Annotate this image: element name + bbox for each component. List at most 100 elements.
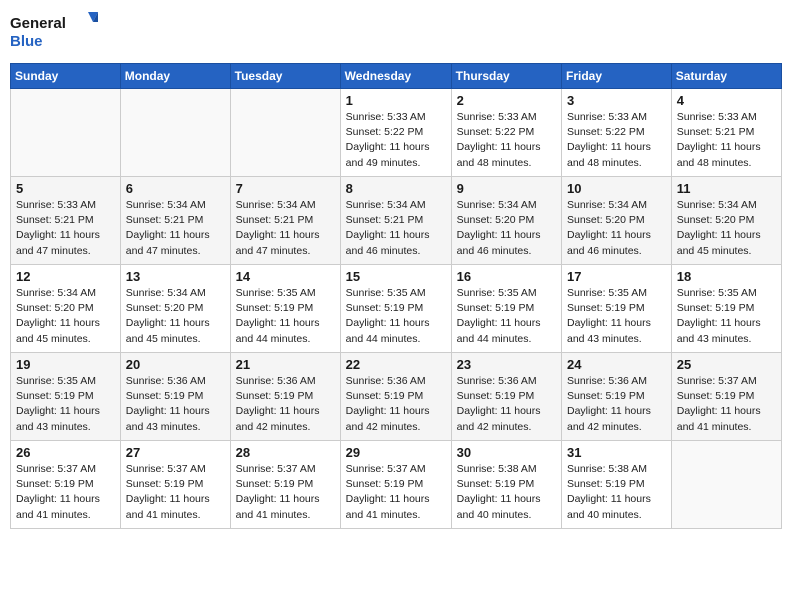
day-info: Sunrise: 5:34 AM Sunset: 5:20 PM Dayligh… [677, 198, 776, 259]
day-info: Sunrise: 5:33 AM Sunset: 5:21 PM Dayligh… [677, 110, 776, 171]
day-number: 2 [457, 93, 556, 108]
calendar-week-2: 5 Sunrise: 5:33 AM Sunset: 5:21 PM Daylig… [11, 177, 782, 265]
day-number: 26 [16, 445, 115, 460]
day-info: Sunrise: 5:38 AM Sunset: 5:19 PM Dayligh… [567, 462, 666, 523]
calendar-cell: 28 Sunrise: 5:37 AM Sunset: 5:19 PM Dayli… [230, 441, 340, 529]
day-number: 6 [126, 181, 225, 196]
day-info: Sunrise: 5:34 AM Sunset: 5:20 PM Dayligh… [567, 198, 666, 259]
day-info: Sunrise: 5:37 AM Sunset: 5:19 PM Dayligh… [16, 462, 115, 523]
day-info: Sunrise: 5:34 AM Sunset: 5:21 PM Dayligh… [236, 198, 335, 259]
day-info: Sunrise: 5:33 AM Sunset: 5:22 PM Dayligh… [346, 110, 446, 171]
day-number: 16 [457, 269, 556, 284]
day-number: 19 [16, 357, 115, 372]
day-info: Sunrise: 5:35 AM Sunset: 5:19 PM Dayligh… [457, 286, 556, 347]
calendar-cell: 18 Sunrise: 5:35 AM Sunset: 5:19 PM Dayli… [671, 265, 781, 353]
calendar-week-4: 19 Sunrise: 5:35 AM Sunset: 5:19 PM Dayli… [11, 353, 782, 441]
day-number: 4 [677, 93, 776, 108]
calendar-week-3: 12 Sunrise: 5:34 AM Sunset: 5:20 PM Dayli… [11, 265, 782, 353]
weekday-header-saturday: Saturday [671, 64, 781, 89]
calendar-cell: 27 Sunrise: 5:37 AM Sunset: 5:19 PM Dayli… [120, 441, 230, 529]
calendar-cell: 1 Sunrise: 5:33 AM Sunset: 5:22 PM Daylig… [340, 89, 451, 177]
day-number: 7 [236, 181, 335, 196]
day-number: 14 [236, 269, 335, 284]
day-number: 5 [16, 181, 115, 196]
calendar-cell [230, 89, 340, 177]
calendar-cell: 26 Sunrise: 5:37 AM Sunset: 5:19 PM Dayli… [11, 441, 121, 529]
day-number: 20 [126, 357, 225, 372]
day-info: Sunrise: 5:34 AM Sunset: 5:21 PM Dayligh… [126, 198, 225, 259]
calendar-cell: 16 Sunrise: 5:35 AM Sunset: 5:19 PM Dayli… [451, 265, 561, 353]
day-info: Sunrise: 5:36 AM Sunset: 5:19 PM Dayligh… [457, 374, 556, 435]
day-number: 23 [457, 357, 556, 372]
calendar-cell: 20Sunrise: 5:36 AM Sunset: 5:19 PM Dayli… [120, 353, 230, 441]
calendar-cell: 15Sunrise: 5:35 AM Sunset: 5:19 PM Dayli… [340, 265, 451, 353]
day-number: 17 [567, 269, 666, 284]
calendar-cell: 22Sunrise: 5:36 AM Sunset: 5:19 PM Dayli… [340, 353, 451, 441]
weekday-header-friday: Friday [562, 64, 672, 89]
logo-svg: General Blue [10, 10, 100, 55]
weekday-header-row: SundayMondayTuesdayWednesdayThursdayFrid… [11, 64, 782, 89]
calendar-cell: 30Sunrise: 5:38 AM Sunset: 5:19 PM Dayli… [451, 441, 561, 529]
day-number: 13 [126, 269, 225, 284]
day-info: Sunrise: 5:33 AM Sunset: 5:22 PM Dayligh… [457, 110, 556, 171]
calendar-cell: 12Sunrise: 5:34 AM Sunset: 5:20 PM Dayli… [11, 265, 121, 353]
day-number: 31 [567, 445, 666, 460]
day-info: Sunrise: 5:35 AM Sunset: 5:19 PM Dayligh… [236, 286, 335, 347]
day-number: 10 [567, 181, 666, 196]
calendar-cell: 6 Sunrise: 5:34 AM Sunset: 5:21 PM Daylig… [120, 177, 230, 265]
calendar-cell: 11 Sunrise: 5:34 AM Sunset: 5:20 PM Dayli… [671, 177, 781, 265]
day-number: 22 [346, 357, 446, 372]
calendar-cell: 3Sunrise: 5:33 AM Sunset: 5:22 PM Daylig… [562, 89, 672, 177]
day-info: Sunrise: 5:35 AM Sunset: 5:19 PM Dayligh… [16, 374, 115, 435]
calendar-cell: 5 Sunrise: 5:33 AM Sunset: 5:21 PM Daylig… [11, 177, 121, 265]
day-number: 11 [677, 181, 776, 196]
page-header: General Blue [10, 10, 782, 55]
day-number: 28 [236, 445, 335, 460]
day-number: 15 [346, 269, 446, 284]
calendar-cell: 7 Sunrise: 5:34 AM Sunset: 5:21 PM Daylig… [230, 177, 340, 265]
day-number: 29 [346, 445, 446, 460]
day-number: 12 [16, 269, 115, 284]
day-info: Sunrise: 5:38 AM Sunset: 5:19 PM Dayligh… [457, 462, 556, 523]
calendar-cell: 14 Sunrise: 5:35 AM Sunset: 5:19 PM Dayli… [230, 265, 340, 353]
day-number: 27 [126, 445, 225, 460]
calendar-cell: 21 Sunrise: 5:36 AM Sunset: 5:19 PM Dayli… [230, 353, 340, 441]
calendar-cell: 9 Sunrise: 5:34 AM Sunset: 5:20 PM Daylig… [451, 177, 561, 265]
day-info: Sunrise: 5:37 AM Sunset: 5:19 PM Dayligh… [126, 462, 225, 523]
calendar-cell: 24Sunrise: 5:36 AM Sunset: 5:19 PM Dayli… [562, 353, 672, 441]
day-info: Sunrise: 5:36 AM Sunset: 5:19 PM Dayligh… [236, 374, 335, 435]
day-number: 1 [346, 93, 446, 108]
day-number: 9 [457, 181, 556, 196]
day-info: Sunrise: 5:35 AM Sunset: 5:19 PM Dayligh… [567, 286, 666, 347]
day-number: 3 [567, 93, 666, 108]
day-info: Sunrise: 5:33 AM Sunset: 5:21 PM Dayligh… [16, 198, 115, 259]
weekday-header-thursday: Thursday [451, 64, 561, 89]
calendar-cell: 13 Sunrise: 5:34 AM Sunset: 5:20 PM Dayli… [120, 265, 230, 353]
day-info: Sunrise: 5:34 AM Sunset: 5:20 PM Dayligh… [457, 198, 556, 259]
day-info: Sunrise: 5:34 AM Sunset: 5:20 PM Dayligh… [126, 286, 225, 347]
calendar-cell [11, 89, 121, 177]
calendar-cell [671, 441, 781, 529]
day-info: Sunrise: 5:37 AM Sunset: 5:19 PM Dayligh… [677, 374, 776, 435]
calendar-cell: 17 Sunrise: 5:35 AM Sunset: 5:19 PM Dayli… [562, 265, 672, 353]
day-number: 21 [236, 357, 335, 372]
calendar-table: SundayMondayTuesdayWednesdayThursdayFrid… [10, 63, 782, 529]
calendar-body: 1 Sunrise: 5:33 AM Sunset: 5:22 PM Daylig… [11, 89, 782, 529]
day-info: Sunrise: 5:37 AM Sunset: 5:19 PM Dayligh… [236, 462, 335, 523]
calendar-cell: 29 Sunrise: 5:37 AM Sunset: 5:19 PM Dayli… [340, 441, 451, 529]
day-info: Sunrise: 5:36 AM Sunset: 5:19 PM Dayligh… [567, 374, 666, 435]
calendar-cell: 19 Sunrise: 5:35 AM Sunset: 5:19 PM Dayli… [11, 353, 121, 441]
day-number: 8 [346, 181, 446, 196]
day-info: Sunrise: 5:37 AM Sunset: 5:19 PM Dayligh… [346, 462, 446, 523]
svg-text:General: General [10, 15, 66, 32]
calendar-cell: 23 Sunrise: 5:36 AM Sunset: 5:19 PM Dayli… [451, 353, 561, 441]
day-number: 25 [677, 357, 776, 372]
weekday-header-sunday: Sunday [11, 64, 121, 89]
weekday-header-monday: Monday [120, 64, 230, 89]
calendar-cell: 2 Sunrise: 5:33 AM Sunset: 5:22 PM Daylig… [451, 89, 561, 177]
day-info: Sunrise: 5:34 AM Sunset: 5:21 PM Dayligh… [346, 198, 446, 259]
day-info: Sunrise: 5:35 AM Sunset: 5:19 PM Dayligh… [677, 286, 776, 347]
calendar-cell: 8 Sunrise: 5:34 AM Sunset: 5:21 PM Daylig… [340, 177, 451, 265]
calendar-cell: 4 Sunrise: 5:33 AM Sunset: 5:21 PM Daylig… [671, 89, 781, 177]
day-number: 18 [677, 269, 776, 284]
